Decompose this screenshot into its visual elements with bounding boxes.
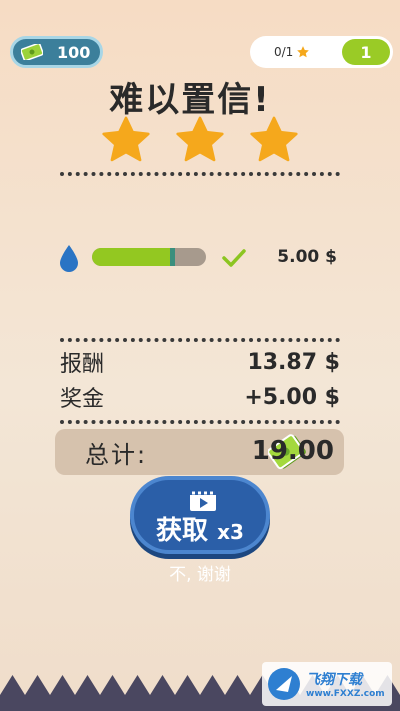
bonus-amount: 5.00 $ <box>277 247 337 267</box>
get-label-text: 获取 <box>156 516 209 546</box>
divider <box>60 420 340 424</box>
bonus-label: 奖金 <box>60 387 105 412</box>
divider <box>60 338 340 342</box>
reward-label: 报酬 <box>60 352 105 377</box>
multiplier-text: x3 <box>217 520 244 544</box>
star-icon-3 <box>250 116 298 162</box>
watermark-brand: 飞翔下载 <box>306 672 362 688</box>
stars-progress: 0/1 <box>274 45 294 59</box>
bonus-row: 奖金 +5.00 $ <box>60 382 340 413</box>
total-value: 19.00 <box>251 436 334 466</box>
reward-row: 报酬 13.87 $ <box>60 347 340 378</box>
check-icon <box>222 249 246 267</box>
total-panel: 总计: 19.00 <box>55 429 344 475</box>
water-drop-icon <box>60 245 78 272</box>
total-label: 总计: <box>85 440 148 469</box>
watermark-logo <box>268 668 300 700</box>
star-icon-2 <box>176 116 224 162</box>
cash-value: 100 <box>57 42 91 62</box>
star-rating <box>100 114 300 166</box>
bonus-progress-bar <box>92 248 206 266</box>
bonus-progress-fill <box>92 248 172 266</box>
reward-value: 13.87 $ <box>247 349 340 375</box>
watermark-url: www.FXXZ.com <box>306 689 385 699</box>
cash-icon <box>21 44 43 60</box>
level-badge: 1 <box>342 39 390 65</box>
bonus-value: +5.00 $ <box>244 384 340 410</box>
get-button-label: 获取 x3 <box>134 510 266 547</box>
star-icon <box>297 46 310 58</box>
get-x3-button[interactable]: 获取 x3 <box>130 476 270 554</box>
progress-marker <box>170 248 175 266</box>
star-icon-1 <box>102 116 150 162</box>
divider <box>60 172 340 176</box>
watermark: 飞翔下载 www.FXXZ.com <box>262 662 392 706</box>
video-ad-icon <box>190 491 216 511</box>
level-indicator: 0/1 1 <box>250 36 393 68</box>
cash-counter: 100 <box>10 36 103 68</box>
no-thanks-link[interactable]: 不, 谢谢 <box>0 560 400 585</box>
